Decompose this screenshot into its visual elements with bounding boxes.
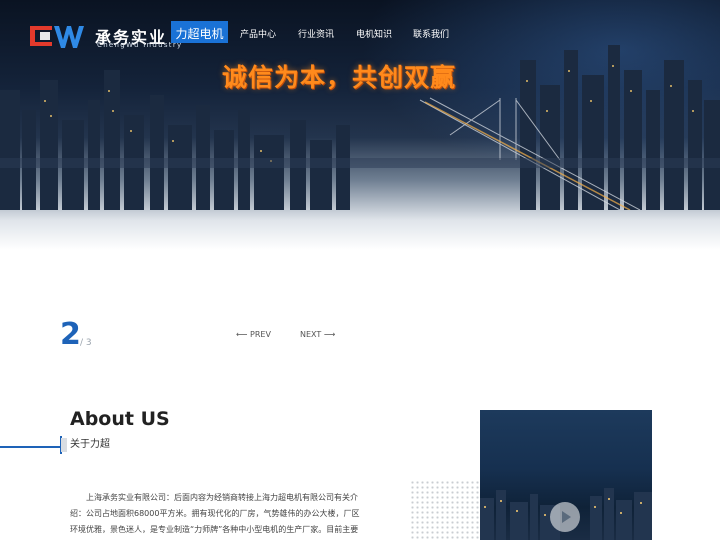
about-subtitle: 关于力超 (70, 439, 110, 450)
slide-total: / 3 (80, 338, 92, 348)
about-text: 上海承务实业有限公司：后面内容为经销商转接上海力超电机有限公司有关介绍：公司占地… (70, 493, 360, 534)
play-button[interactable] (550, 502, 580, 532)
brand-tag: 力超电机 (171, 21, 228, 43)
slide-current: 2 (60, 317, 81, 352)
hero-slogan: 诚信为本，共创双赢 (222, 63, 457, 92)
next-button[interactable]: NEXT ⟶ (300, 330, 335, 339)
about-divider (0, 446, 62, 448)
cw-logo-mark[interactable] (26, 22, 84, 50)
about-title: About US (70, 408, 170, 430)
nav-item-news[interactable]: 行业资讯 (298, 27, 334, 40)
about-scroll-knob (61, 438, 67, 452)
prev-label: PREV (250, 330, 271, 339)
arrow-right-icon: ⟶ (323, 330, 336, 339)
nav-item-products[interactable]: 产品中心 (240, 27, 276, 40)
arrow-left-icon: ⟵ (236, 330, 248, 339)
prev-button[interactable]: ⟵ PREV (236, 330, 271, 339)
next-label: NEXT (300, 330, 322, 339)
dot-pattern (410, 480, 480, 540)
play-icon (562, 511, 571, 523)
nav-item-knowledge[interactable]: 电机知识 (356, 27, 392, 40)
brand-name-en: ChengWu Industry (97, 41, 183, 49)
nav-item-contact[interactable]: 联系我们 (413, 27, 449, 40)
